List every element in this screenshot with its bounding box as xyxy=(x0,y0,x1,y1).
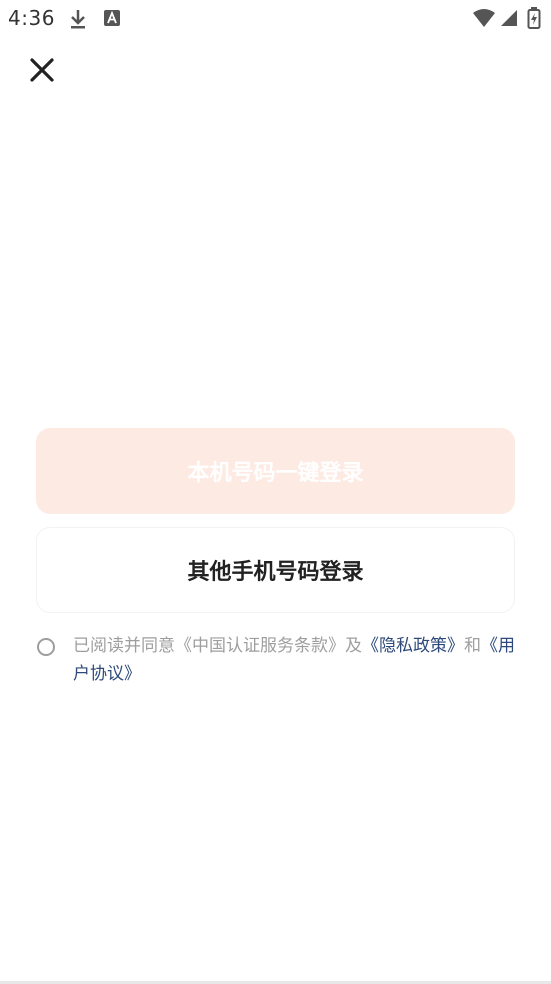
download-icon xyxy=(71,10,85,29)
wifi-icon xyxy=(473,9,495,27)
privacy-policy-link[interactable]: 《隐私政策》 xyxy=(362,636,464,656)
close-icon xyxy=(30,58,54,82)
battery-charging-icon xyxy=(527,7,541,29)
close-button[interactable] xyxy=(24,52,60,88)
agreement-and: 和 xyxy=(464,636,481,656)
keyboard-a-icon xyxy=(104,10,120,26)
status-time: 4:36 xyxy=(8,6,55,30)
cellular-signal-icon xyxy=(501,10,517,26)
status-bar: 4:36 xyxy=(0,0,551,36)
agreement-text: 已阅读并同意《中国认证服务条款》及《隐私政策》和《用户协议》 xyxy=(73,632,521,688)
other-phone-login-label: 其他手机号码登录 xyxy=(187,560,364,585)
agreement-prefix: 已阅读并同意《中国认证服务条款》及 xyxy=(73,636,362,656)
other-phone-login-button[interactable]: 其他手机号码登录 xyxy=(36,527,515,613)
agreement-checkbox[interactable] xyxy=(37,638,55,656)
one-click-login-label: 本机号码一键登录 xyxy=(187,461,364,486)
one-click-login-button[interactable]: 本机号码一键登录 xyxy=(36,428,515,514)
